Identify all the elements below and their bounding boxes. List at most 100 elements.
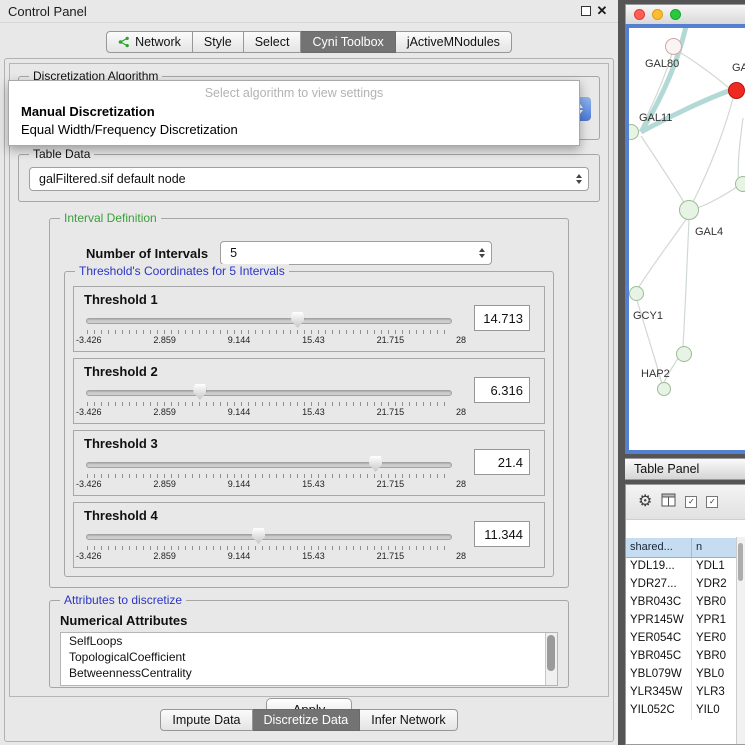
slider-track[interactable] (86, 462, 452, 468)
float-window-button[interactable] (578, 3, 594, 19)
list-item[interactable]: TopologicalCoefficient (61, 649, 557, 665)
table-header-row: shared... n (626, 538, 745, 558)
threshold-2-value-field[interactable]: 6.316 (474, 377, 530, 403)
table-scrollbar[interactable] (736, 537, 745, 744)
threshold-1-box: Threshold 1 -3.4262.8599.14415.4321.7152… (73, 286, 545, 352)
table-data-title: Table Data (29, 147, 94, 161)
slider-tick-labels: -3.4262.8599.14415.4321.71528 (76, 551, 466, 561)
table-panel-title: Table Panel (634, 462, 699, 476)
node-label-gal11: GAL11 (639, 112, 672, 124)
column-header-shared-name[interactable]: shared... (626, 538, 692, 557)
tab-discretize-data[interactable]: Discretize Data (253, 709, 361, 731)
close-window-button[interactable]: ✕ (594, 3, 610, 19)
slider-track[interactable] (86, 390, 452, 396)
tab-infer-network-label: Infer Network (371, 713, 445, 727)
attributes-scrollbar[interactable] (545, 633, 557, 685)
tab-impute-data[interactable]: Impute Data (160, 709, 252, 731)
tab-jactivemnodules-label: jActiveMNodules (407, 35, 500, 49)
number-of-intervals-label: Number of Intervals (86, 246, 208, 261)
network-node[interactable] (665, 38, 682, 55)
select-check-icon[interactable]: ✓ (706, 496, 718, 508)
threshold-1-slider[interactable] (86, 311, 452, 329)
table-row[interactable]: YIL052CYIL0 (626, 702, 745, 720)
table-row[interactable]: YPR145WYPR1 (626, 612, 745, 630)
dropdown-option-equal-width-frequency[interactable]: Equal Width/Frequency Discretization (9, 121, 579, 139)
slider-tick-labels: -3.4262.8599.14415.4321.71528 (76, 479, 466, 489)
table-row[interactable]: YBL079WYBL0 (626, 666, 745, 684)
network-node[interactable] (657, 382, 671, 396)
network-node[interactable] (629, 286, 644, 301)
column-chooser-icon[interactable] (661, 493, 676, 512)
network-node[interactable] (679, 200, 699, 220)
table-row[interactable]: YBR045CYBR0 (626, 648, 745, 666)
network-canvas[interactable]: GAL80 GA GAL11 GAL4 GCY1 HAP2 (629, 28, 745, 446)
close-icon: ✕ (597, 3, 608, 19)
node-label-hap2: HAP2 (641, 368, 670, 380)
slider-thumb[interactable] (291, 312, 304, 328)
tab-network-label: Network (135, 35, 181, 49)
window-title: Control Panel (8, 4, 578, 19)
slider-tick-labels: -3.4262.8599.14415.4321.71528 (76, 335, 466, 345)
number-of-intervals-value: 5 (230, 246, 237, 260)
numerical-attributes-label: Numerical Attributes (60, 613, 568, 628)
numerical-attributes-list: SelfLoops TopologicalCoefficient Between… (60, 632, 558, 686)
interval-definition-group: Interval Definition Number of Intervals … (49, 218, 569, 588)
zoom-traffic-light[interactable] (670, 9, 681, 20)
slider-ticks (87, 402, 451, 406)
table-row[interactable]: YLR345WYLR3 (626, 684, 745, 702)
slider-thumb[interactable] (252, 528, 265, 544)
attributes-group-title: Attributes to discretize (60, 593, 186, 607)
table-data-selected-value: galFiltered.sif default node (39, 172, 186, 186)
slider-thumb[interactable] (193, 384, 206, 400)
float-icon (581, 6, 591, 16)
select-all-check-icon[interactable]: ✓ (685, 496, 697, 508)
tab-discretize-data-label: Discretize Data (264, 713, 349, 727)
threshold-4-value-field[interactable]: 11.344 (474, 521, 530, 547)
algorithm-dropdown-popup: Select algorithm to view settings Manual… (8, 80, 580, 146)
tab-network[interactable]: Network (106, 31, 193, 53)
table-row[interactable]: YER054CYER0 (626, 630, 745, 648)
table-row[interactable]: YBR043CYBR0 (626, 594, 745, 612)
network-node[interactable] (676, 346, 692, 362)
control-panel-window: Control Panel ✕ Network Style Select Cyn… (0, 0, 618, 745)
scrollbar-thumb[interactable] (547, 635, 555, 671)
dropdown-option-manual-discretization[interactable]: Manual Discretization (9, 103, 579, 121)
tab-style-label: Style (204, 35, 232, 49)
list-item[interactable]: BetweennessCentrality (61, 665, 557, 681)
tab-style[interactable]: Style (193, 31, 244, 53)
interval-definition-title: Interval Definition (60, 211, 161, 225)
threshold-3-value-field[interactable]: 21.4 (474, 449, 530, 475)
tab-select[interactable]: Select (244, 31, 302, 53)
tab-jactivemnodules[interactable]: jActiveMNodules (396, 31, 512, 53)
network-node[interactable] (735, 176, 745, 192)
list-item[interactable]: SelfLoops (61, 633, 557, 649)
top-tab-bar: Network Style Select Cyni Toolbox jActiv… (106, 31, 512, 53)
slider-thumb[interactable] (369, 456, 382, 472)
tab-infer-network[interactable]: Infer Network (360, 709, 457, 731)
slider-track[interactable] (86, 534, 452, 540)
table-row[interactable]: YDR27...YDR2 (626, 576, 745, 594)
threshold-2-slider[interactable] (86, 383, 452, 401)
table-data-combobox[interactable]: galFiltered.sif default node (29, 167, 589, 191)
tab-cyni-toolbox[interactable]: Cyni Toolbox (301, 31, 395, 53)
threshold-2-label: Threshold 2 (84, 364, 158, 379)
threshold-4-slider[interactable] (86, 527, 452, 545)
scrollbar-thumb[interactable] (738, 543, 743, 581)
slider-ticks (87, 330, 451, 334)
combobox-stepper-icon (576, 168, 582, 190)
slider-track[interactable] (86, 318, 452, 324)
number-of-intervals-combobox[interactable]: 5 (220, 241, 492, 265)
table-row[interactable]: YDL19...YDL1 (626, 558, 745, 576)
table-data-group: Table Data galFiltered.sif default node (18, 154, 600, 202)
minimize-traffic-light[interactable] (652, 9, 663, 20)
threshold-1-label: Threshold 1 (84, 292, 158, 307)
slider-ticks (87, 546, 451, 550)
close-traffic-light[interactable] (634, 9, 645, 20)
threshold-3-slider[interactable] (86, 455, 452, 473)
threshold-4-box: Threshold 4 -3.4262.8599.14415.4321.7152… (73, 502, 545, 568)
gear-icon[interactable]: ⚙ (638, 494, 652, 510)
cyni-toolbox-panel: Discretization Algorithm Table Data galF… (4, 58, 614, 742)
network-node-selected[interactable] (728, 82, 745, 99)
threshold-1-value-field[interactable]: 14.713 (474, 305, 530, 331)
table-toolbar: ⚙ ✓ ✓ (626, 485, 745, 520)
